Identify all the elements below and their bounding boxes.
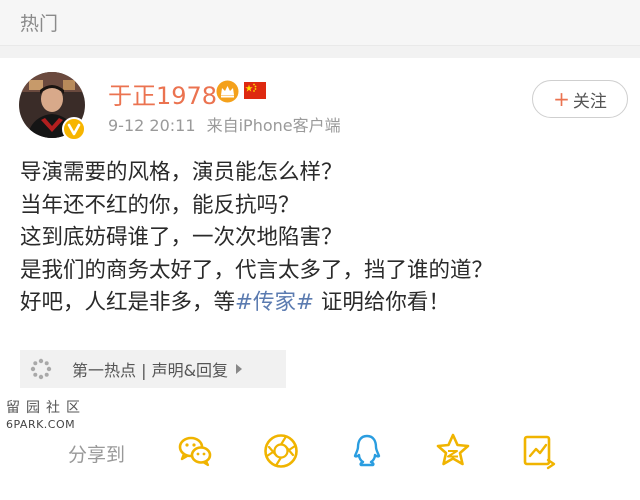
page-title: 热门 bbox=[20, 13, 59, 35]
author-name[interactable]: 于正1978 bbox=[108, 76, 217, 111]
post-line: 当年还不红的你，能反抗吗？ bbox=[20, 192, 300, 218]
post-source[interactable]: 来自iPhone客户端 bbox=[207, 116, 341, 135]
watermark-glyphs: 留园社区 bbox=[6, 400, 86, 416]
linked-card[interactable]: 第一热点 | 声明&回复 bbox=[20, 350, 286, 388]
chevron-right-icon bbox=[236, 364, 243, 374]
post-line-last: 好吧，人红是非多，等#传家# 证明给你看！ bbox=[20, 287, 620, 320]
verified-badge-icon bbox=[62, 117, 86, 141]
hot-topic-icon bbox=[26, 354, 56, 384]
forward-icon[interactable] bbox=[520, 432, 558, 470]
moments-icon[interactable] bbox=[262, 432, 300, 470]
post-line-text: 好吧，人红是非多，等 bbox=[20, 290, 236, 315]
post-text: 导演需要的风格，演员能怎么样？ 当年还不红的你，能反抗吗？ 这到底妨碍谁了，一次… bbox=[20, 157, 620, 320]
watermark-site: 6PARK.COM bbox=[6, 418, 76, 431]
linked-card-text: 第一热点 | 声明&回复 bbox=[72, 361, 229, 380]
post-line: 这到底妨碍谁了，一次次地陷害？ bbox=[20, 225, 343, 250]
qq-icon[interactable] bbox=[348, 432, 386, 470]
section-divider bbox=[0, 46, 640, 58]
crown-icon bbox=[216, 80, 239, 103]
top-bar: 热门 bbox=[0, 0, 640, 46]
follow-label: 关注 bbox=[572, 91, 607, 112]
post-time: 9-12 20:11 bbox=[108, 116, 196, 135]
watermark: 留园社区 6PARK.COM bbox=[6, 400, 98, 434]
qzone-icon[interactable] bbox=[434, 432, 472, 470]
post-line-text: 证明给你看！ bbox=[314, 290, 450, 315]
plus-icon: + bbox=[553, 87, 570, 111]
hashtag-link[interactable]: #传家# bbox=[235, 290, 314, 315]
post-line: 是我们的商务太好了，代言太多了，挡了谁的道？ bbox=[20, 257, 494, 283]
post-line: 导演需要的风格，演员能怎么样？ bbox=[20, 160, 343, 185]
wechat-icon[interactable] bbox=[176, 432, 214, 470]
share-label: 分享到 bbox=[68, 444, 126, 466]
post-meta: 9-12 20:11 来自iPhone客户端 bbox=[108, 112, 347, 136]
china-flag-icon bbox=[244, 82, 266, 99]
follow-button[interactable]: + 关注 bbox=[532, 80, 628, 118]
